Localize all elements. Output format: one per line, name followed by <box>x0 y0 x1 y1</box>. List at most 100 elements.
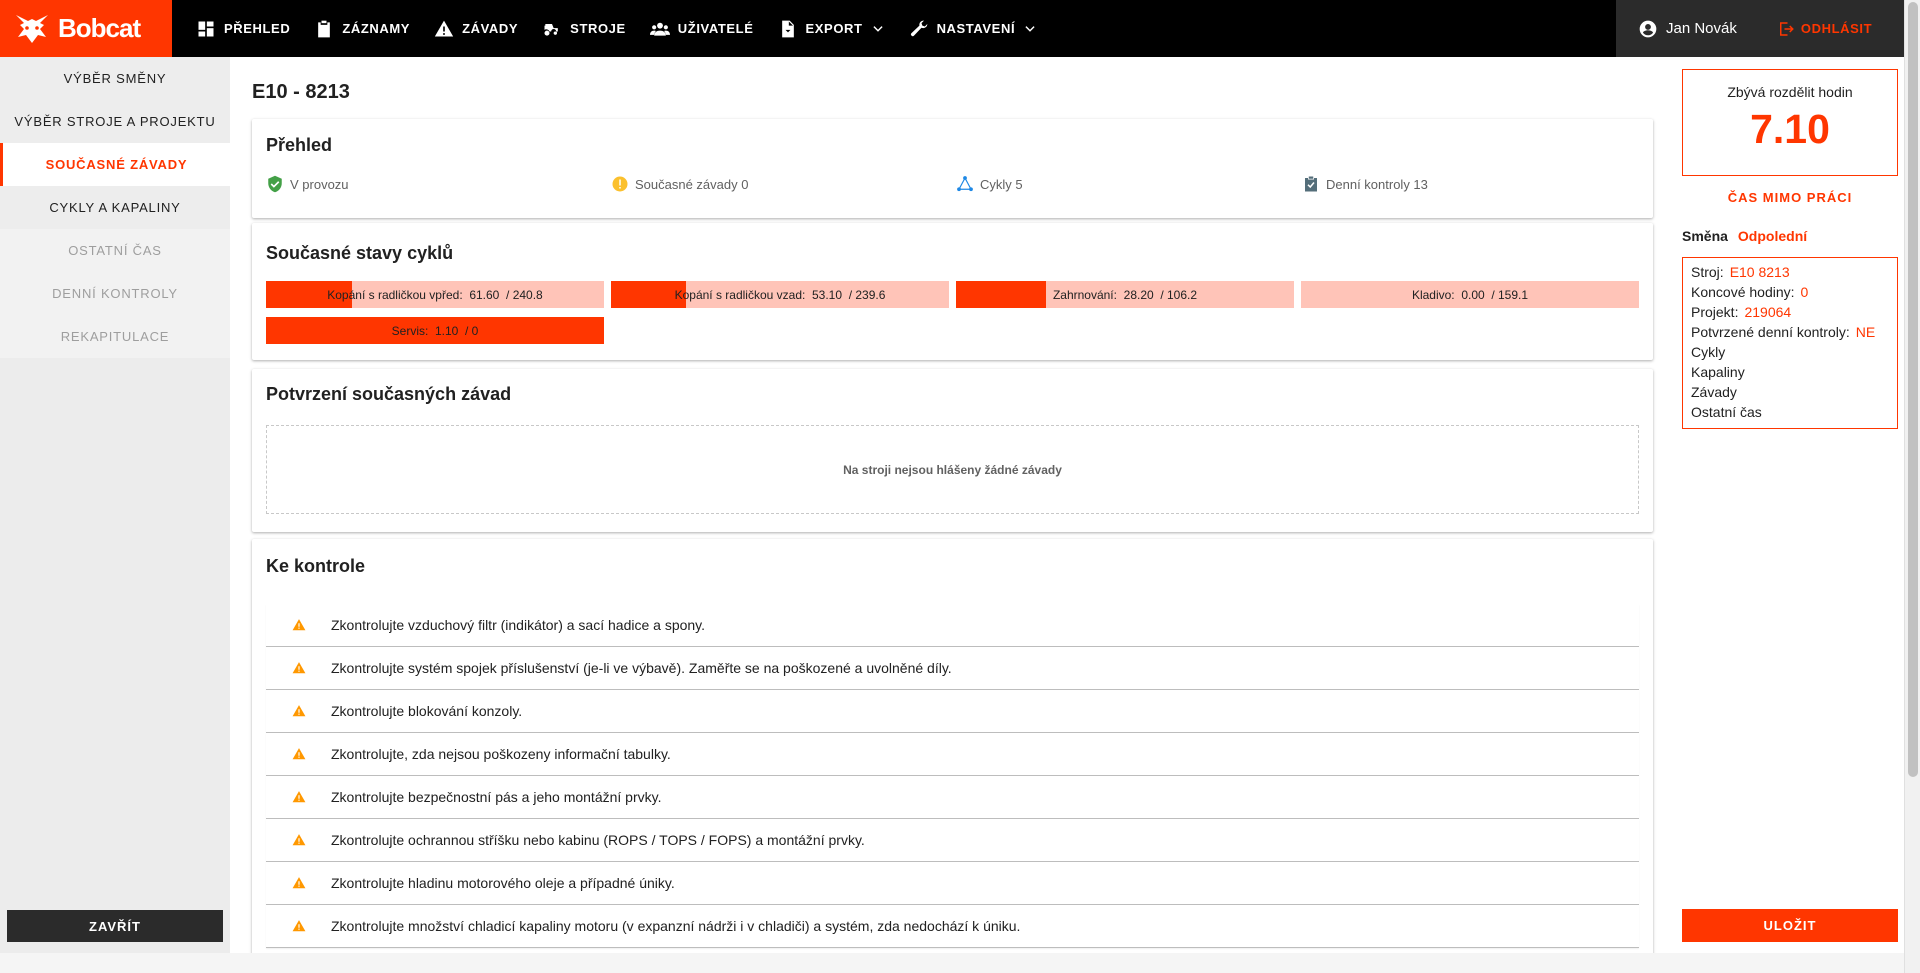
cycles-card: Současné stavy cyklů Kopání s radličkou … <box>252 223 1653 360</box>
bobcat-logo[interactable]: Bobcat <box>0 0 172 57</box>
step-vyber-stroje[interactable]: VÝBĚR STROJE A PROJEKTU <box>0 100 230 143</box>
summary-defects: Závady <box>1691 384 1737 400</box>
nav-prehled[interactable]: PŘEHLED <box>184 0 302 57</box>
dashboard-icon <box>198 21 214 36</box>
summary-other-time: Ostatní čas <box>1691 404 1762 420</box>
account-circle-icon <box>1639 20 1657 37</box>
check-row[interactable]: Zkontrolujte vzduchový filtr (indikátor)… <box>266 604 1639 647</box>
scrollbar-thumb[interactable] <box>1908 2 1918 777</box>
nav-export[interactable]: EXPORT <box>766 0 897 57</box>
nav-label: ZÁZNAMY <box>342 21 411 36</box>
nav-zavady[interactable]: ZÁVADY <box>422 0 530 57</box>
check-row[interactable]: Zkontrolujte bezpečnostní pás a jeho mon… <box>266 776 1639 819</box>
clipboard-icon <box>318 20 331 37</box>
file-export-icon <box>781 20 794 37</box>
cycle-bar: Servis: 1.10 / 0 <box>266 317 604 344</box>
user-menu[interactable]: Jan Novák <box>1638 19 1737 39</box>
nav-zaznamy[interactable]: ZÁZNAMY <box>302 0 422 57</box>
summary-daily-value: NE <box>1855 324 1876 340</box>
shift-value: Odpolední <box>1737 228 1808 244</box>
step-label: REKAPITULACE <box>60 329 170 344</box>
user-name: Jan Novák <box>1666 20 1737 37</box>
summary-daily-checks: Potvrzené denní kontroly: NE <box>1691 322 1889 342</box>
step-vyber-smeny[interactable]: VÝBĚR SMĚNY <box>0 57 230 100</box>
overview-defects: Současné závady 0 <box>611 175 748 193</box>
overview-status: V provozu <box>266 175 349 193</box>
chevron-down-icon <box>872 25 883 32</box>
nav-uzivatele[interactable]: UŽIVATELÉ <box>638 0 766 57</box>
cycle-bar: Kladivo: 0.00 / 159.1 <box>1301 281 1639 308</box>
cycle-bar-label: Kopání s radličkou vzad: 53.10 / 239.6 <box>674 287 886 302</box>
check-row[interactable]: Zkontrolujte hladinu motorového oleje a … <box>266 862 1639 905</box>
top-bar: Bobcat PŘEHLED ZÁZNAMY ZÁVADY STROJE UŽI… <box>0 0 1904 57</box>
shield-check-icon <box>268 175 282 193</box>
machine-title: E10 - 8213 <box>252 81 350 103</box>
check-text: Zkontrolujte hladinu motorového oleje a … <box>331 875 675 891</box>
main-nav: PŘEHLED ZÁZNAMY ZÁVADY STROJE UŽIVATELÉ … <box>184 0 1049 57</box>
checks-card: Ke kontrole Zkontrolujte vzduchový filtr… <box>252 539 1653 953</box>
step-label: VÝBĚR STROJE A PROJEKTU <box>14 114 216 129</box>
nav-nastaveni[interactable]: NASTAVENÍ <box>897 0 1050 57</box>
users-icon <box>649 22 670 36</box>
shift-label: Směna <box>1682 228 1728 244</box>
main-content: E10 - 8213 Přehled V provozu Současné zá… <box>230 57 1676 953</box>
remaining-hours-label: Zbývá rozdělit hodin <box>1727 84 1853 100</box>
brand-name: Bobcat <box>58 13 141 43</box>
step-label: SOUČASNÉ ZÁVADY <box>45 157 188 172</box>
warning-icon <box>266 747 331 761</box>
warning-icon <box>266 790 331 804</box>
check-row[interactable]: Zkontrolujte, zda nejsou poškozeny infor… <box>266 733 1639 776</box>
remaining-hours-value: 7.10 <box>1750 106 1830 152</box>
check-text: Zkontrolujte, zda nejsou poškozeny infor… <box>331 746 671 762</box>
warning-icon <box>266 618 331 632</box>
check-row[interactable]: Zkontrolujte blokování konzoly. <box>266 690 1639 733</box>
right-panel: Zbývá rozdělit hodin 7.10 ČAS MIMO PRÁCI… <box>1676 57 1904 953</box>
warning-icon <box>434 20 454 36</box>
cycle-bar-label: Servis: 1.10 / 0 <box>391 323 479 338</box>
overview-daily-checks: Denní kontroly 13 <box>1302 175 1428 193</box>
defects-empty-state: Na stroji nejsou hlášeny žádné závady <box>266 425 1639 514</box>
save-button[interactable]: ULOŽIT <box>1682 909 1898 942</box>
overview-cycles: Cykly 5 <box>956 175 1023 193</box>
overview-title: Přehled <box>266 135 333 155</box>
summary-end-hours: Koncové hodiny: 0 <box>1691 282 1889 302</box>
step-label: CYKLY A KAPALINY <box>49 200 181 215</box>
chevron-down-icon <box>1025 25 1035 32</box>
check-text: Zkontrolujte množství chladicí kapaliny … <box>331 918 1021 934</box>
summary-project: Projekt: 219064 <box>1691 302 1889 322</box>
nav-stroje[interactable]: STROJE <box>530 0 638 57</box>
summary-end-hours-value: 0 <box>1800 284 1809 300</box>
overview-cycles-label: Cykly 5 <box>980 176 1023 192</box>
check-row[interactable]: Zkontrolujte množství chladicí kapaliny … <box>266 905 1639 948</box>
step-cykly-kapaliny[interactable]: CYKLY A KAPALINY <box>0 186 230 229</box>
alert-circle-icon <box>612 176 628 192</box>
offwork-button[interactable]: ČAS MIMO PRÁCI <box>1682 190 1898 205</box>
wizard-sidebar: VÝBĚR SMĚNY VÝBĚR STROJE A PROJEKTU SOUČ… <box>0 57 230 953</box>
shift-info: Směna Odpolední <box>1682 228 1807 244</box>
check-row[interactable]: Zkontrolujte ochrannou stříšku nebo kabi… <box>266 819 1639 862</box>
overview-card: Přehled V provozu Současné závady 0 Cykl… <box>252 119 1653 218</box>
checks-title: Ke kontrole <box>266 556 366 576</box>
summary-machine: Stroj: E10 8213 <box>1691 262 1889 282</box>
remaining-hours-box: Zbývá rozdělit hodin 7.10 <box>1682 69 1898 176</box>
clipboard-check-icon <box>1305 176 1317 192</box>
overview-status-label: V provozu <box>290 176 349 192</box>
close-button[interactable]: ZAVŘÍT <box>7 910 223 942</box>
logout-button[interactable]: ODHLÁSIT <box>1777 20 1872 38</box>
cycles-title: Současné stavy cyklů <box>266 243 454 263</box>
graph-icon <box>957 176 973 192</box>
vertical-scrollbar[interactable] <box>1904 0 1920 973</box>
logout-label: ODHLÁSIT <box>1800 21 1873 36</box>
step-soucasne-zavady[interactable]: SOUČASNÉ ZÁVADY <box>0 143 230 186</box>
summary-cycles: Cykly <box>1691 344 1726 360</box>
nav-label: EXPORT <box>805 21 863 36</box>
check-row[interactable]: Zkontrolujte systém spojek příslušenství… <box>266 647 1639 690</box>
warning-icon <box>266 661 331 675</box>
overview-daily-checks-label: Denní kontroly 13 <box>1326 176 1428 192</box>
step-label: DENNÍ KONTROLY <box>52 286 178 301</box>
summary-box: Stroj: E10 8213 Koncové hodiny: 0 Projekt:… <box>1682 257 1898 429</box>
cycle-bar-label: Kopání s radličkou vpřed: 61.60 / 240.8 <box>327 287 543 302</box>
defects-card: Potvrzení současných závad Na stroji nej… <box>252 369 1653 532</box>
summary-machine-label: Stroj: <box>1691 264 1724 280</box>
bobcat-head-icon <box>16 14 48 43</box>
